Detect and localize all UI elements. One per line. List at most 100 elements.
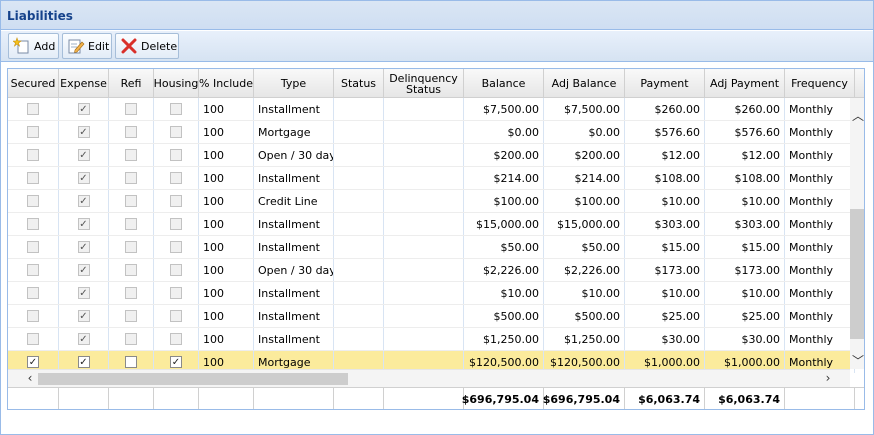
table-row[interactable]: ✓ 100 Installment $7,500.00 $7,500.00 $260.00… [8,98,855,121]
column-header-include[interactable]: % Include [199,69,254,98]
column-header-secured[interactable]: Secured [8,69,59,98]
housing-checkbox[interactable] [170,103,182,115]
expense-checkbox[interactable]: ✓ [77,241,90,253]
total-empty-cell [199,388,254,409]
table-row[interactable]: ✓ 100 Installment $10.00 $10.00 $10.00 $10.00 M… [8,282,855,305]
column-header-refi[interactable]: Refi [109,69,154,98]
secured-checkbox[interactable] [27,218,39,230]
column-header-housing[interactable]: Housing [154,69,199,98]
column-header-frequency[interactable]: Frequency [785,69,855,98]
total-balance: $696,795.04 [462,388,544,409]
secured-checkbox[interactable] [27,172,39,184]
expense-checkbox[interactable]: ✓ [77,172,90,184]
secured-checkbox[interactable] [27,241,39,253]
refi-checkbox[interactable] [125,195,137,207]
vertical-scrollbar[interactable]: ︿ ﹀ [850,98,864,369]
refi-checkbox[interactable] [125,103,137,115]
scroll-left-icon[interactable]: ‹ [22,371,38,387]
edit-button[interactable]: Edit [62,33,112,59]
horizontal-scrollbar[interactable]: ‹ › [8,369,850,387]
housing-checkbox[interactable] [170,333,182,345]
expense-checkbox[interactable]: ✓ [77,264,90,276]
expense-checkbox[interactable]: ✓ [77,333,90,345]
column-header-adj-balance[interactable]: Adj Balance [544,69,625,98]
expense-checkbox[interactable]: ✓ [77,356,90,368]
expense-checkbox[interactable]: ✓ [77,149,90,161]
housing-checkbox[interactable] [170,172,182,184]
delete-icon [120,37,138,55]
refi-checkbox[interactable] [125,333,137,345]
expense-checkbox[interactable]: ✓ [77,126,90,138]
table-row[interactable]: ✓ 100 Installment $214.00 $214.00 $108.00 $108… [8,167,855,190]
housing-checkbox[interactable] [170,287,182,299]
toolbar: Add Edit Delete [1,31,873,62]
expense-cell: ✓ [59,167,109,189]
type-cell: Credit Line [254,190,334,212]
column-header-delinquency[interactable]: Delinquency Status [384,69,464,98]
column-header-status[interactable]: Status [334,69,384,98]
column-header-adj-payment[interactable]: Adj Payment [705,69,785,98]
housing-checkbox[interactable] [170,310,182,322]
expense-checkbox[interactable]: ✓ [77,310,90,322]
housing-cell [154,121,199,143]
balance-cell: $0.00 [464,121,544,143]
housing-checkbox[interactable]: ✓ [170,356,182,368]
secured-checkbox[interactable] [27,195,39,207]
refi-checkbox[interactable] [125,287,137,299]
adj-balance-cell: $50.00 [544,236,625,258]
table-row[interactable]: ✓ 100 Open / 30 day $2,226.00 $2,226.00 $173.… [8,259,855,282]
table-row[interactable]: ✓ 100 Open / 30 day $200.00 $200.00 $12.00 $12… [8,144,855,167]
secured-checkbox[interactable] [27,103,39,115]
housing-checkbox[interactable] [170,195,182,207]
adj-balance-cell: $100.00 [544,190,625,212]
secured-checkbox[interactable] [27,333,39,345]
secured-checkbox[interactable] [27,310,39,322]
refi-checkbox[interactable] [125,241,137,253]
balance-cell: $10.00 [464,282,544,304]
expense-checkbox[interactable]: ✓ [77,195,90,207]
refi-checkbox[interactable] [125,310,137,322]
refi-checkbox[interactable] [125,264,137,276]
housing-checkbox[interactable] [170,218,182,230]
refi-checkbox[interactable] [125,149,137,161]
adj-payment-cell: $173.00 [705,259,785,281]
horizontal-scroll-thumb[interactable] [38,373,348,385]
table-row[interactable]: ✓ 100 Installment $15,000.00 $15,000.00 $303.… [8,213,855,236]
housing-checkbox[interactable] [170,126,182,138]
secured-checkbox[interactable] [27,126,39,138]
table-row[interactable]: ✓ 100 Installment $50.00 $50.00 $15.00 $15.00 M… [8,236,855,259]
table-row[interactable]: ✓ 100 Installment $1,250.00 $1,250.00 $30.00 $… [8,328,855,351]
scroll-down-icon[interactable]: ﹀ [850,353,864,369]
housing-cell [154,305,199,327]
refi-checkbox[interactable] [125,218,137,230]
edit-button-label: Edit [88,39,110,53]
column-header-payment[interactable]: Payment [625,69,705,98]
scroll-right-icon[interactable]: › [820,371,836,387]
expense-checkbox[interactable]: ✓ [77,287,90,299]
secured-checkbox[interactable]: ✓ [27,356,39,368]
column-header-type[interactable]: Type [254,69,334,98]
housing-checkbox[interactable] [170,264,182,276]
expense-checkbox[interactable]: ✓ [77,218,90,230]
column-header-expense[interactable]: Expense [59,69,109,98]
housing-checkbox[interactable] [170,149,182,161]
delete-button[interactable]: Delete [115,33,179,59]
table-row[interactable]: ✓ 100 Mortgage $0.00 $0.00 $576.60 $576.60 Mont… [8,121,855,144]
expense-checkbox[interactable]: ✓ [77,103,90,115]
refi-checkbox[interactable] [125,356,137,368]
column-header-balance[interactable]: Balance [464,69,544,98]
housing-checkbox[interactable] [170,241,182,253]
add-button[interactable]: Add [8,33,59,59]
refi-checkbox[interactable] [125,126,137,138]
refi-checkbox[interactable] [125,172,137,184]
table-row[interactable]: ✓ 100 Installment $500.00 $500.00 $25.00 $25.0… [8,305,855,328]
vertical-scroll-thumb[interactable] [850,209,864,339]
type-cell: Installment [254,213,334,235]
adj-payment-cell: $108.00 [705,167,785,189]
secured-checkbox[interactable] [27,149,39,161]
scroll-up-icon[interactable]: ︿ [850,108,864,124]
table-row[interactable]: ✓ 100 Credit Line $100.00 $100.00 $10.00 $10.0… [8,190,855,213]
secured-checkbox[interactable] [27,264,39,276]
secured-checkbox[interactable] [27,287,39,299]
frequency-cell: Monthly [785,190,855,212]
